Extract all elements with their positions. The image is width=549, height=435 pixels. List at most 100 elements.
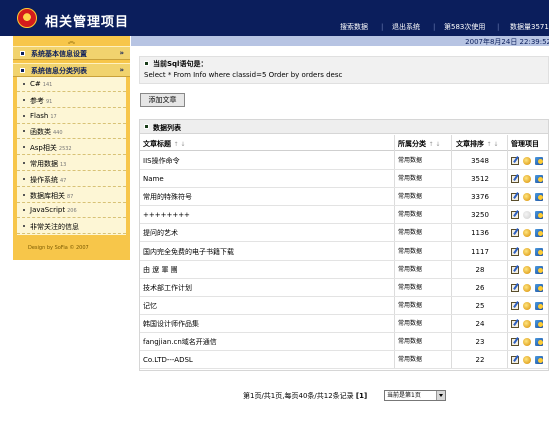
- bullet-icon: [23, 193, 25, 196]
- nav-data-count: 数据量3571: [510, 23, 549, 31]
- copyright: Design by SoFia © 2007: [28, 245, 89, 251]
- recommend-icon[interactable]: [523, 319, 531, 328]
- edit-icon[interactable]: [511, 338, 519, 346]
- manage-actions: [511, 206, 548, 224]
- manage-actions: [511, 261, 548, 279]
- delete-icon[interactable]: [535, 193, 543, 202]
- recommend-icon[interactable]: [523, 247, 531, 256]
- sidebar-item[interactable]: 操作系统 47: [17, 172, 126, 187]
- recommend-icon[interactable]: [523, 338, 531, 346]
- current-page-link[interactable]: [1]: [356, 392, 367, 400]
- manage-actions: [511, 170, 548, 188]
- edit-icon[interactable]: [511, 319, 519, 328]
- sidebar-item[interactable]: Asp相关 2532: [17, 140, 126, 156]
- recommend-icon[interactable]: [523, 193, 531, 202]
- sidebar-item-count: 141: [42, 82, 53, 88]
- delete-icon[interactable]: [535, 356, 543, 365]
- article-title[interactable]: ++++++++: [143, 206, 393, 224]
- sidebar-item-text: JavaScript 206: [30, 206, 77, 214]
- delete-icon[interactable]: [535, 283, 543, 292]
- sidebar-item[interactable]: 非常关注的信息: [17, 219, 126, 235]
- sidebar-item-label: JavaScript: [30, 206, 66, 215]
- article-title[interactable]: fangjian.cn域名开通信: [143, 333, 393, 351]
- recommend-icon[interactable]: [523, 229, 531, 238]
- col-header-manage: 管理项目: [511, 140, 539, 148]
- manage-actions: [511, 351, 548, 369]
- article-title[interactable]: Co.LTD---ADSL: [143, 351, 393, 369]
- col-header-order[interactable]: 文章排序 ↑ ↓: [456, 139, 498, 149]
- delete-icon[interactable]: [535, 319, 543, 328]
- sidebar-item-text: 非常关注的信息: [30, 222, 81, 232]
- table-row: ++++++++ 常用数据 3250: [140, 206, 548, 225]
- nav-search-data[interactable]: 搜索数据: [340, 22, 368, 32]
- col-header-category[interactable]: 所属分类 ↑ ↓: [398, 139, 440, 149]
- delete-icon[interactable]: [535, 301, 543, 310]
- recommend-icon[interactable]: [523, 157, 531, 165]
- sidebar-item-text: Flash 17: [30, 112, 57, 120]
- article-order: 1117: [471, 247, 489, 256]
- edit-icon[interactable]: [511, 175, 519, 184]
- sidebar-item[interactable]: 函数类 440: [17, 124, 126, 140]
- delete-icon[interactable]: [535, 211, 543, 220]
- delete-icon[interactable]: [535, 157, 543, 165]
- sidebar-item-count: 91: [46, 98, 53, 105]
- table-row: 常用的特殊符号 常用数据 3376: [140, 188, 548, 207]
- article-title[interactable]: 韩国设计师作品集: [143, 315, 393, 333]
- delete-icon[interactable]: [535, 247, 543, 256]
- expand-chevron-icon: »: [119, 49, 124, 57]
- article-order: 3512: [471, 175, 489, 184]
- recommend-icon[interactable]: [523, 265, 531, 274]
- edit-icon[interactable]: [511, 283, 519, 292]
- edit-icon[interactable]: [511, 157, 519, 165]
- delete-icon[interactable]: [535, 338, 543, 346]
- article-title[interactable]: 由 遼 軍 團: [143, 261, 393, 279]
- sidebar-item[interactable]: C# 141: [17, 77, 126, 92]
- section-basic-settings[interactable]: 系统基本信息设置 »: [13, 46, 130, 60]
- sidebar-item[interactable]: Flash 17: [17, 109, 126, 124]
- article-category: 常用数据: [398, 157, 423, 164]
- sidebar-item-text: 函数类 440: [30, 127, 63, 137]
- sidebar-item[interactable]: 参考 91: [17, 93, 126, 108]
- page-select-value: 当前是第1页: [387, 392, 421, 399]
- add-article-button[interactable]: 添加文章: [140, 93, 185, 107]
- manage-actions: [511, 279, 548, 297]
- article-title[interactable]: 常用的特殊符号: [143, 188, 393, 206]
- edit-icon[interactable]: [511, 247, 519, 256]
- edit-icon[interactable]: [511, 265, 519, 274]
- delete-icon[interactable]: [535, 265, 543, 274]
- sidebar-item[interactable]: 数据库相关 87: [17, 188, 126, 203]
- col-header-title[interactable]: 文章标题 ↑ ↓: [143, 139, 185, 149]
- delete-icon[interactable]: [535, 175, 543, 184]
- article-category: 常用数据: [398, 247, 423, 255]
- sidebar-item-label: Flash: [30, 111, 49, 120]
- recommend-icon[interactable]: [523, 283, 531, 292]
- article-title[interactable]: Name: [143, 170, 393, 188]
- sidebar-item-text: 数据库相关 87: [30, 191, 73, 201]
- sql-query: Select * From Info where classid=5 Order…: [144, 71, 343, 79]
- edit-icon[interactable]: [511, 229, 519, 238]
- article-title[interactable]: 国内完全免费的电子书籍下载: [143, 243, 393, 261]
- article-order: 24: [475, 319, 485, 328]
- recommend-icon[interactable]: [523, 211, 531, 220]
- edit-icon[interactable]: [511, 193, 519, 202]
- article-title[interactable]: 提问的艺术: [143, 224, 393, 242]
- collapse-chevron-icon[interactable]: ︽: [13, 36, 130, 46]
- edit-icon[interactable]: [511, 301, 519, 310]
- delete-icon[interactable]: [535, 229, 543, 238]
- edit-icon[interactable]: [511, 211, 519, 220]
- article-category: 常用数据: [398, 175, 423, 183]
- article-title[interactable]: 记忆: [143, 297, 393, 315]
- edit-icon[interactable]: [511, 356, 519, 365]
- article-title[interactable]: IIS操作命令: [143, 152, 393, 170]
- page-select[interactable]: 当前是第1页: [384, 390, 446, 401]
- recommend-icon[interactable]: [523, 301, 531, 310]
- section-category-list[interactable]: 系统信息分类列表 »: [13, 63, 130, 77]
- article-title[interactable]: 技术部工作计划: [143, 279, 393, 297]
- date-bar: 2007年8月24日 22:39:52: [131, 36, 549, 46]
- sidebar-item[interactable]: JavaScript 206: [17, 203, 126, 219]
- recommend-icon[interactable]: [523, 356, 531, 365]
- sidebar-item[interactable]: 常用数据 13: [17, 156, 126, 171]
- recommend-icon[interactable]: [523, 175, 531, 184]
- sidebar-item-text: 操作系统 47: [30, 175, 66, 185]
- nav-logout[interactable]: 退出系统: [392, 22, 420, 32]
